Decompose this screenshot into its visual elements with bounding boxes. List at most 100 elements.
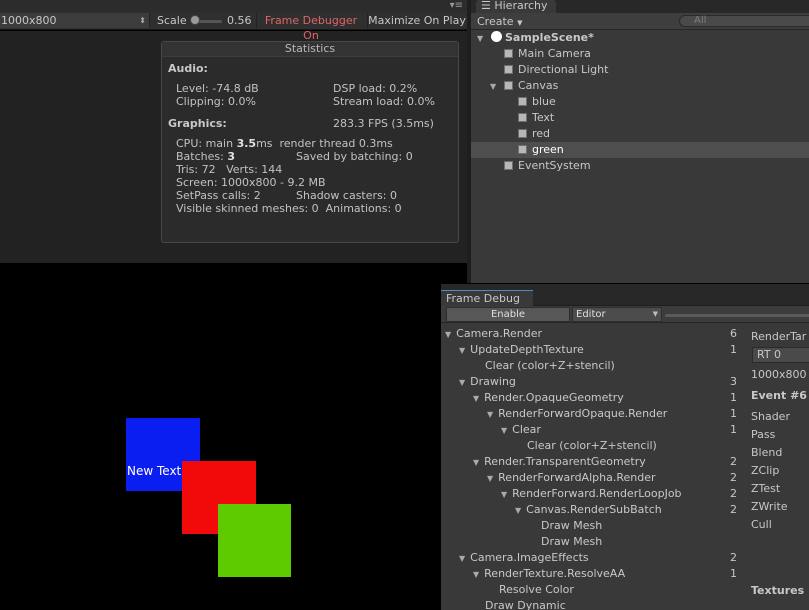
event-row[interactable]: ▼ UpdateDepthTexture — [459, 342, 584, 358]
hierarchy-item-eventsystem[interactable]: EventSystem — [504, 158, 591, 174]
foldout-arrow-icon: ▼ — [473, 458, 480, 467]
hierarchy-item-directional-light[interactable]: Directional Light — [504, 62, 608, 78]
event-count: 2 — [730, 551, 737, 564]
event-detail-pane: RenderTar RT 0 1000x800 Event #6 Shader … — [747, 324, 809, 610]
chevron-down-icon: ▼ — [517, 19, 523, 27]
hierarchy-item-canvas[interactable]: Canvas — [504, 78, 558, 94]
foldout-arrow-icon: ▼ — [501, 426, 508, 435]
foldout-arrow-icon[interactable]: ▼ — [477, 34, 483, 43]
event-count: 1 — [730, 391, 737, 404]
scale-slider-knob[interactable] — [190, 15, 200, 25]
foldout-arrow-icon: ▼ — [487, 474, 494, 483]
event-count: 2 — [730, 455, 737, 468]
hierarchy-item-green[interactable]: green — [471, 142, 809, 158]
frame-debug-panel: Frame Debug Enable Editor ▼ ▼ Camera.Rende… — [441, 284, 809, 610]
prop-pass: Pass — [751, 428, 776, 441]
hierarchy-item-blue[interactable]: blue — [518, 94, 556, 110]
foldout-arrow-icon[interactable]: ▼ — [490, 82, 496, 91]
hierarchy-search-input[interactable]: All — [679, 15, 809, 27]
event-row[interactable]: Clear (color+Z+stencil) — [485, 358, 615, 374]
item-label: Canvas — [518, 79, 559, 92]
event-count: 1 — [730, 343, 737, 356]
hierarchy-tab-bar: ☰ Hierarchy — [471, 0, 809, 13]
event-count: 6 — [730, 327, 737, 340]
foldout-arrow-icon: ▼ — [459, 554, 466, 563]
maximize-on-play-toggle[interactable]: Maximize On Play — [367, 13, 466, 28]
item-label: Text — [532, 111, 555, 124]
event-row[interactable]: ▼ Clear — [501, 422, 541, 438]
event-label: Clear — [512, 423, 541, 436]
saved-by-batching: Saved by batching: 0 — [296, 150, 413, 163]
hierarchy-item-text[interactable]: Text — [518, 110, 554, 126]
event-label: RenderForwardOpaque.Render — [498, 407, 668, 420]
event-row[interactable]: ▼ RenderForwardAlpha.Render — [487, 470, 656, 486]
event-label: Camera.ImageEffects — [470, 551, 589, 564]
new-text-label: New Text — [127, 464, 182, 478]
item-label: blue — [532, 95, 556, 108]
event-row[interactable]: ▼ RenderTexture.ResolveAA — [473, 566, 625, 582]
render-target-dropdown[interactable]: RT 0 — [752, 347, 809, 363]
hierarchy-toolbar: Create ▼ All — [471, 13, 809, 30]
prop-zwrite: ZWrite — [751, 500, 788, 513]
resolution-value: 1000x800 — [1, 14, 57, 27]
event-label: Clear (color+Z+stencil) — [485, 359, 615, 372]
event-row[interactable]: ▼ RenderForward.RenderLoopJob — [501, 486, 682, 502]
scene-name: SampleScene* — [505, 31, 594, 44]
frame-debugger-toggle[interactable]: Frame Debugger On — [256, 13, 365, 42]
prop-ztest: ZTest — [751, 482, 781, 495]
gameobject-icon — [504, 65, 513, 74]
batches-stats: Batches: 3 — [176, 150, 235, 163]
frame-debug-toolbar: Enable Editor ▼ — [441, 306, 809, 323]
cpu-stats: CPU: main 3.5ms render thread 0.3ms — [176, 137, 393, 150]
event-row[interactable]: ▼ Render.TransparentGeometry — [473, 454, 646, 470]
event-count: 1 — [730, 567, 737, 580]
event-limit-slider[interactable] — [665, 314, 809, 317]
panel-menu-icon[interactable]: ▾≡ — [450, 0, 463, 11]
enable-button[interactable]: Enable — [446, 307, 570, 322]
event-row[interactable]: ▼ Render.OpaqueGeometry — [473, 390, 624, 406]
gameobject-icon — [518, 97, 527, 106]
game-toolbar: 1000x800 ⬍ Scale 0.56 Frame Debugger On … — [0, 12, 467, 42]
tab-frame-debug[interactable]: Frame Debug — [441, 290, 533, 306]
event-row[interactable]: Draw Mesh — [541, 518, 602, 534]
stream-load: Stream load: 0.0% — [333, 95, 435, 108]
hierarchy-tab-label: Hierarchy — [494, 0, 548, 12]
event-row[interactable]: ▼ Canvas.RenderSubBatch — [515, 502, 662, 518]
hierarchy-item-main-camera[interactable]: Main Camera — [504, 46, 591, 62]
frame-debug-tab-bar: Frame Debug — [441, 284, 809, 306]
event-label: Drawing — [470, 375, 516, 388]
prop-blend: Blend — [751, 446, 783, 459]
tab-hierarchy[interactable]: ☰ Hierarchy — [476, 0, 556, 13]
graphics-heading: Graphics: — [168, 117, 227, 130]
event-row[interactable]: Resolve Color — [499, 582, 574, 598]
event-row[interactable]: Draw Dynamic — [485, 598, 566, 610]
event-label: Draw Mesh — [541, 535, 603, 548]
create-button[interactable]: Create ▼ — [477, 14, 522, 29]
scene-root[interactable]: SampleScene* — [491, 30, 594, 46]
event-row[interactable]: Clear (color+Z+stencil) — [527, 438, 657, 454]
event-label: RenderForwardAlpha.Render — [498, 471, 656, 484]
event-count: 2 — [730, 503, 737, 516]
hierarchy-item-red[interactable]: red — [518, 126, 550, 142]
event-row[interactable]: ▼ Camera.ImageEffects — [459, 550, 589, 566]
event-count: 1 — [730, 423, 737, 436]
event-row[interactable]: Draw Mesh — [541, 534, 602, 550]
event-row[interactable]: ▼ RenderForwardOpaque.Render — [487, 406, 667, 422]
event-label: RenderForward.RenderLoopJob — [512, 487, 682, 500]
event-count: 2 — [730, 471, 737, 484]
dropdown-arrow-icon: ⬍ — [139, 16, 146, 25]
event-title: Event #6 — [751, 389, 807, 402]
search-placeholder: All — [694, 15, 707, 26]
event-label: Clear (color+Z+stencil) — [527, 439, 657, 452]
dsp-load: DSP load: 0.2% — [333, 82, 418, 95]
event-label: Render.OpaqueGeometry — [484, 391, 624, 404]
audio-clipping: Clipping: 0.0% — [176, 95, 256, 108]
resolution-dropdown[interactable]: 1000x800 ⬍ — [0, 13, 150, 28]
target-dropdown[interactable]: Editor ▼ — [572, 307, 662, 322]
skinned-animations: Visible skinned meshes: 0 Animations: 0 — [176, 202, 402, 215]
event-row[interactable]: ▼ Camera.Render — [445, 326, 542, 342]
event-label: Resolve Color — [499, 583, 574, 596]
audio-heading: Audio: — [168, 62, 208, 75]
event-row[interactable]: ▼ Drawing — [459, 374, 516, 390]
item-label: Main Camera — [518, 47, 591, 60]
